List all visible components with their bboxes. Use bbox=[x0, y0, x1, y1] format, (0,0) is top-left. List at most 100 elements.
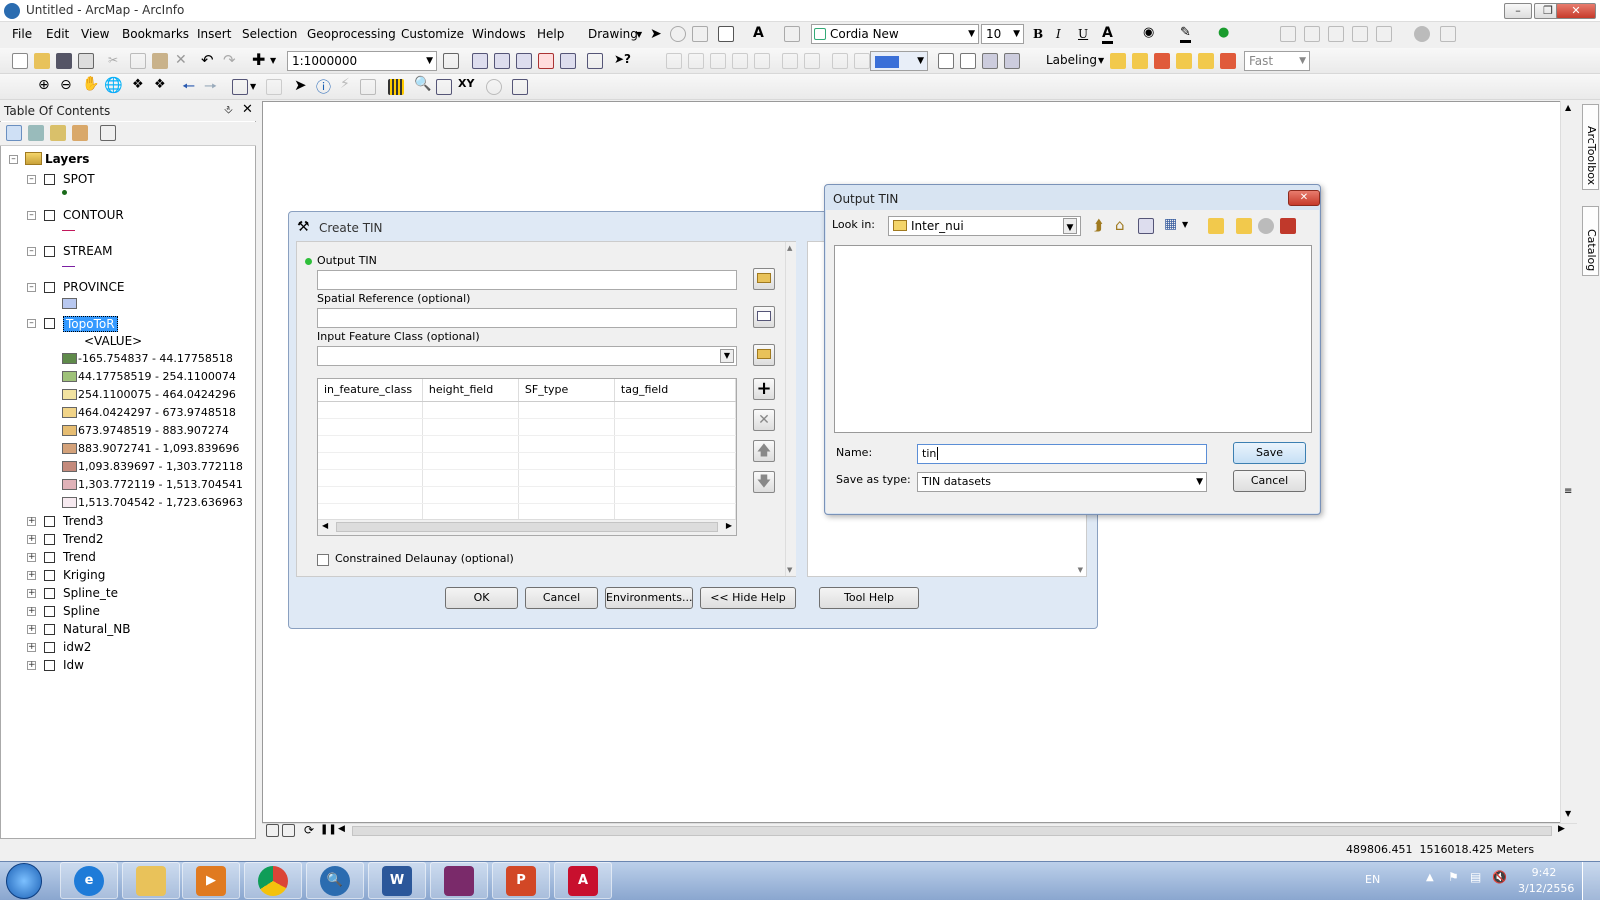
add-row-button[interactable]: + bbox=[753, 378, 775, 400]
rectangle-icon[interactable] bbox=[718, 26, 734, 42]
legend-swatch[interactable] bbox=[62, 497, 77, 508]
list-by-drawing-order-icon[interactable] bbox=[6, 125, 22, 141]
editor-tool-1-icon[interactable] bbox=[1280, 26, 1296, 42]
catalog-window-icon[interactable] bbox=[494, 53, 510, 69]
layer-name[interactable]: STREAM bbox=[63, 244, 112, 258]
redo-icon[interactable]: ↷ bbox=[223, 51, 236, 69]
expand-layer-icon[interactable]: + bbox=[27, 589, 36, 598]
scroll-right-icon[interactable]: ▶ bbox=[1558, 824, 1565, 834]
table-scroll-thumb[interactable] bbox=[336, 522, 718, 532]
layer-name[interactable]: PROVINCE bbox=[63, 280, 125, 294]
layout-tool-13-icon[interactable] bbox=[1004, 53, 1020, 69]
layer-visibility-checkbox[interactable] bbox=[44, 534, 55, 545]
layer-name[interactable]: Natural_NB bbox=[63, 622, 130, 636]
save-button[interactable]: Save bbox=[1233, 442, 1306, 464]
menu-edit[interactable]: Edit bbox=[46, 27, 69, 41]
legend-swatch[interactable] bbox=[62, 461, 77, 472]
new-document-icon[interactable] bbox=[12, 53, 28, 69]
layer-name[interactable]: CONTOUR bbox=[63, 208, 124, 222]
python-window-icon[interactable] bbox=[560, 53, 576, 69]
layout-tool-1-icon[interactable] bbox=[666, 53, 682, 69]
add-data-dropdown-icon[interactable]: ▼ bbox=[270, 56, 276, 65]
arctoolbox-dock-tab[interactable]: ArcToolbox bbox=[1582, 104, 1599, 190]
table-scroll-right-icon[interactable]: ▶ bbox=[726, 521, 732, 530]
layout-tool-8-icon[interactable] bbox=[832, 53, 848, 69]
map-scale-select[interactable]: 1:1000000 ▼ bbox=[287, 51, 437, 71]
layout-tool-2-icon[interactable] bbox=[688, 53, 704, 69]
taskbar-powerpoint[interactable]: P bbox=[492, 862, 550, 899]
col-sf-type[interactable]: SF_type bbox=[518, 379, 615, 402]
layout-tool-10-icon[interactable] bbox=[938, 53, 954, 69]
ok-button[interactable]: OK bbox=[445, 587, 518, 609]
collapse-layer-icon[interactable]: – bbox=[27, 319, 36, 328]
layout-tool-6-icon[interactable] bbox=[782, 53, 798, 69]
features-table[interactable]: in_feature_class height_field SF_type ta… bbox=[317, 378, 737, 536]
legend-swatch[interactable] bbox=[62, 407, 77, 418]
taskbar-word[interactable]: W bbox=[368, 862, 426, 899]
full-extent-icon[interactable]: 🌐 bbox=[104, 76, 123, 94]
list-by-source-icon[interactable] bbox=[28, 125, 44, 141]
measure-icon[interactable] bbox=[388, 79, 404, 95]
list-by-visibility-icon[interactable] bbox=[50, 125, 66, 141]
col-height-field[interactable]: height_field bbox=[422, 379, 519, 402]
go-forward-icon[interactable]: 🠖 bbox=[204, 76, 217, 101]
labeling-dropdown-icon[interactable]: ▼ bbox=[1098, 56, 1104, 65]
table-scroll-left-icon[interactable]: ◀ bbox=[322, 521, 328, 530]
move-up-button[interactable]: 🡅 bbox=[753, 440, 775, 462]
refresh-icon[interactable]: ⟳ bbox=[304, 823, 314, 837]
time-slider-icon[interactable] bbox=[486, 79, 502, 95]
layer-name[interactable]: Trend3 bbox=[63, 514, 103, 528]
layer-name[interactable]: idw2 bbox=[63, 640, 91, 654]
horizontal-scroll-thumb[interactable] bbox=[352, 826, 1552, 836]
scroll-down-icon[interactable]: ▼ bbox=[1565, 809, 1571, 818]
marker-color-icon[interactable]: ● bbox=[1218, 25, 1229, 40]
copy-icon[interactable] bbox=[130, 53, 146, 69]
label-priority-icon[interactable] bbox=[1132, 53, 1148, 69]
clock-time[interactable]: 9:42 bbox=[1524, 866, 1564, 879]
layer-visibility-checkbox[interactable] bbox=[44, 660, 55, 671]
zoom-to-elements-icon[interactable] bbox=[692, 26, 708, 42]
editor-tool-2-icon[interactable] bbox=[1304, 26, 1320, 42]
toc-pin-icon[interactable]: ⎀ bbox=[224, 103, 233, 117]
layer-name[interactable]: Trend2 bbox=[63, 532, 103, 546]
legend-swatch[interactable] bbox=[62, 479, 77, 490]
home-icon[interactable]: ⌂ bbox=[1115, 216, 1125, 234]
select-elements-tool-icon[interactable]: ➤ bbox=[294, 76, 307, 94]
layer-name[interactable]: Idw bbox=[63, 658, 84, 672]
arctoolbox-window-icon[interactable] bbox=[538, 53, 554, 69]
params-scroll-up-icon[interactable]: ▲ bbox=[787, 244, 792, 252]
menu-insert[interactable]: Insert bbox=[197, 27, 231, 41]
expand-layer-icon[interactable]: + bbox=[27, 517, 36, 526]
table-row[interactable] bbox=[318, 435, 736, 453]
open-folder-icon[interactable] bbox=[34, 53, 50, 69]
database-icon[interactable] bbox=[1258, 218, 1274, 234]
expand-layer-icon[interactable]: + bbox=[27, 535, 36, 544]
underline-button[interactable]: U bbox=[1078, 27, 1088, 41]
volume-muted-icon[interactable]: 🔇 bbox=[1492, 870, 1507, 884]
output-tin-close-button[interactable]: ✕ bbox=[1288, 190, 1320, 206]
find-icon[interactable]: 🔍 bbox=[414, 76, 431, 92]
network-icon[interactable]: ▤ bbox=[1470, 870, 1481, 884]
view-options-dropdown-icon[interactable]: ▼ bbox=[1182, 220, 1188, 229]
table-horizontal-scrollbar[interactable]: ◀ ▶ bbox=[318, 519, 736, 535]
look-in-select[interactable]: Inter_nui ▼ bbox=[888, 216, 1081, 236]
menu-selection[interactable]: Selection bbox=[242, 27, 297, 41]
tool-help-button[interactable]: Tool Help bbox=[819, 587, 919, 609]
hyperlink-icon[interactable]: ⚡ bbox=[340, 76, 350, 92]
layer-name[interactable]: Spline bbox=[63, 604, 100, 618]
clear-selection-icon[interactable] bbox=[266, 79, 282, 95]
menu-file[interactable]: File bbox=[12, 27, 32, 41]
expand-layer-icon[interactable]: + bbox=[27, 625, 36, 634]
layer-name[interactable]: Trend bbox=[63, 550, 96, 564]
pause-labeling-icon[interactable] bbox=[1198, 53, 1214, 69]
layer-visibility-checkbox[interactable] bbox=[44, 624, 55, 635]
table-row[interactable] bbox=[318, 401, 736, 419]
expand-layer-icon[interactable]: + bbox=[27, 661, 36, 670]
editor-tool-6-icon[interactable] bbox=[1440, 26, 1456, 42]
catalog-dock-tab[interactable]: Catalog bbox=[1582, 206, 1599, 276]
drawing-dropdown-icon[interactable]: ▼ bbox=[636, 30, 642, 39]
select-features-icon[interactable] bbox=[232, 79, 248, 95]
map-horizontal-scrollbar[interactable]: ⟳ ❚❚ ◀ ▶ bbox=[262, 823, 1577, 839]
expand-layer-icon[interactable]: + bbox=[27, 571, 36, 580]
find-route-icon[interactable] bbox=[436, 79, 452, 95]
